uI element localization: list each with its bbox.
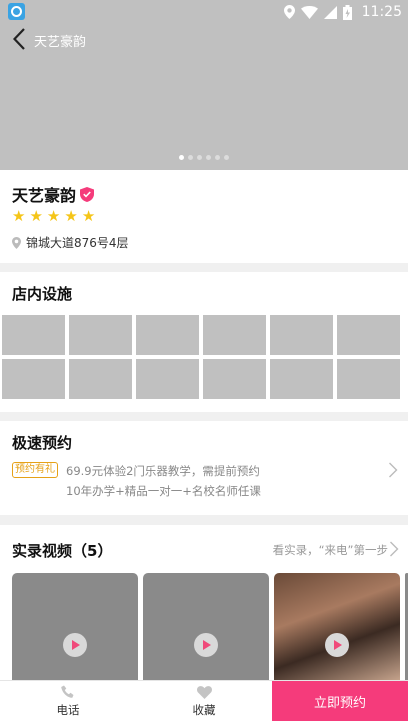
star-icon: ★ — [12, 207, 26, 225]
status-bar: 11:25 — [0, 0, 408, 24]
map-pin-icon — [12, 236, 21, 249]
star-icon: ★ — [29, 207, 43, 225]
booking-description: 10年办学+精品一对一+名校名师任课 — [66, 484, 261, 498]
booking-section[interactable]: 极速预约 预约有礼 69.9元体验2门乐器教学，需提前预约 10年办学+精品一对… — [0, 421, 408, 515]
videos-title-end: ） — [97, 542, 113, 560]
facility-image[interactable] — [203, 315, 266, 355]
carousel-dot — [179, 155, 184, 160]
facility-image[interactable] — [136, 359, 199, 399]
video-thumbnail[interactable] — [12, 573, 138, 688]
store-address: 锦城大道876号4层 — [26, 236, 129, 250]
facilities-grid — [0, 315, 408, 399]
battery-icon — [342, 4, 352, 20]
booking-title: 极速预约 — [12, 434, 73, 452]
phone-label: 电话 — [56, 703, 80, 717]
videos-more-link[interactable]: 看实录，“来电”第一步 — [273, 542, 388, 558]
status-icons: 11:25 — [283, 3, 402, 21]
facility-image[interactable] — [136, 315, 199, 355]
carousel-dot — [206, 155, 211, 160]
favorite-button[interactable]: 收藏 — [136, 681, 272, 721]
star-icon: ★ — [64, 207, 78, 225]
play-icon[interactable] — [63, 633, 87, 657]
facilities-title: 店内设施 — [12, 285, 73, 303]
phone-icon — [61, 685, 74, 698]
facility-image[interactable] — [69, 359, 132, 399]
heart-icon — [196, 685, 212, 699]
book-now-button[interactable]: 立即预约 — [272, 681, 408, 721]
videos-count: 5 — [87, 542, 98, 560]
facility-image[interactable] — [270, 315, 333, 355]
facilities-section: 店内设施 — [0, 272, 408, 412]
carousel-dot — [224, 155, 229, 160]
video-list — [12, 573, 408, 688]
facility-image[interactable] — [2, 359, 65, 399]
app-notification-icon — [8, 3, 25, 20]
page-title: 天艺豪韵 — [34, 35, 87, 50]
video-thumbnail[interactable] — [274, 573, 400, 688]
store-name: 天艺豪韵 — [12, 186, 77, 205]
store-info-card: 天艺豪韵 ★ ★ ★ ★ ★ 锦城大道876号4层 — [0, 170, 408, 263]
store-name-row: 天艺豪韵 — [12, 182, 95, 206]
hero-banner[interactable]: 11:25 天艺豪韵 — [0, 0, 408, 170]
carousel-indicator — [0, 155, 408, 160]
phone-button[interactable]: 电话 — [0, 681, 136, 721]
wifi-icon — [300, 5, 318, 19]
status-time: 11:25 — [361, 4, 402, 20]
booking-offer-text: 69.9元体验2门乐器教学，需提前预约 — [66, 464, 260, 478]
title-bar: 天艺豪韵 — [0, 24, 408, 54]
videos-title-text: 实录视频（ — [12, 542, 88, 560]
promo-tag: 预约有礼 — [12, 462, 58, 478]
chevron-right-icon — [389, 462, 398, 478]
videos-title: 实录视频（5） — [12, 540, 112, 561]
chevron-right-icon[interactable] — [389, 541, 399, 557]
videos-section: 实录视频（5） 看实录，“来电”第一步 — [0, 525, 408, 688]
book-now-label: 立即预约 — [313, 695, 366, 711]
back-arrow-icon — [13, 28, 25, 50]
bottom-action-bar: 电话 收藏 立即预约 — [0, 680, 408, 721]
address-row[interactable]: 锦城大道876号4层 — [12, 234, 129, 251]
signal-icon — [323, 5, 337, 19]
star-icon: ★ — [81, 207, 96, 225]
play-icon[interactable] — [194, 633, 218, 657]
verified-badge-icon — [80, 186, 95, 202]
facility-image[interactable] — [2, 315, 65, 355]
rating-stars: ★ ★ ★ ★ ★ — [12, 209, 95, 224]
facility-image[interactable] — [69, 315, 132, 355]
star-icon: ★ — [46, 207, 61, 225]
facility-image[interactable] — [337, 359, 400, 399]
facility-image[interactable] — [337, 315, 400, 355]
back-button[interactable] — [8, 27, 30, 51]
facility-image[interactable] — [203, 359, 266, 399]
carousel-dot — [188, 155, 193, 160]
facility-image[interactable] — [270, 359, 333, 399]
play-icon[interactable] — [325, 633, 349, 657]
carousel-dot — [197, 155, 202, 160]
carousel-dot — [215, 155, 220, 160]
location-icon — [283, 5, 295, 19]
video-thumbnail[interactable] — [143, 573, 269, 688]
favorite-label: 收藏 — [192, 702, 216, 717]
